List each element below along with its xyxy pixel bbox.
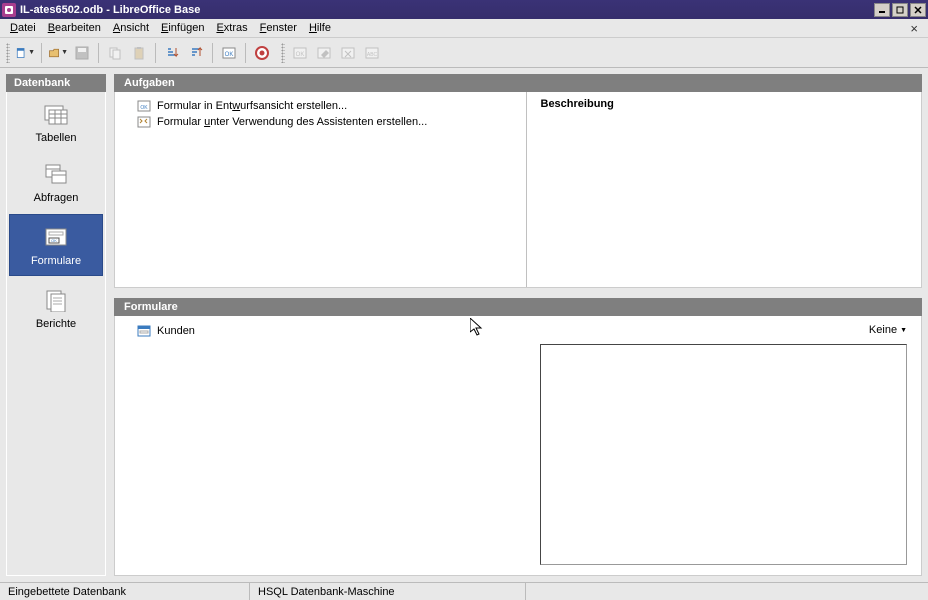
content-area: Aufgaben OK Formular in Entwurfsansicht … [114,74,922,576]
app-icon [2,3,16,17]
svg-text:ABC: ABC [367,52,378,58]
tables-icon [42,102,70,126]
paste-button[interactable] [128,42,150,64]
form-wizard-icon [137,115,151,129]
close-button[interactable] [910,3,926,17]
forms-list-header: Formulare [114,298,922,316]
sidebar-item-label: Berichte [36,318,76,330]
status-bar: Eingebettete Datenbank HSQL Datenbank-Ma… [0,582,928,600]
toolbar: ▼ ▼ OK OK ABC [0,38,928,68]
status-embedded-db: Eingebettete Datenbank [0,583,250,600]
toolbar-grip[interactable] [6,43,10,63]
chevron-down-icon: ▼ [900,327,907,334]
title-bar: IL-ates6502.odb - LibreOffice Base [0,0,928,19]
preview-box [540,344,907,565]
sidebar-item-label: Tabellen [36,132,77,144]
list-item[interactable]: Kunden [137,324,504,338]
menu-file[interactable]: Datei [4,20,42,36]
tasks-header: Aufgaben [114,74,922,92]
sidebar-item-queries[interactable]: Abfragen [7,152,105,212]
app-name: LibreOffice Base [113,4,200,16]
separator [212,43,213,63]
reports-icon [42,288,70,312]
form-button[interactable]: OK [218,42,240,64]
tasks-panel: Aufgaben OK Formular in Entwurfsansicht … [114,74,922,290]
sidebar-item-label: Abfragen [34,192,79,204]
form-new-button[interactable]: OK [289,42,311,64]
window-buttons [874,3,926,17]
queries-icon [42,162,70,186]
sidebar-item-reports[interactable]: Berichte [7,278,105,338]
svg-text:OK: OK [140,105,148,111]
task-create-design-view[interactable]: OK Formular in Entwurfsansicht erstellen… [137,98,504,114]
toolbar-grip[interactable] [281,43,285,63]
separator [245,43,246,63]
sidebar-header: Datenbank [6,74,106,92]
tasks-body: OK Formular in Entwurfsansicht erstellen… [114,92,922,288]
status-db-engine: HSQL Datenbank-Maschine [250,583,526,600]
window-title: IL-ates6502.odb - LibreOffice Base [20,4,874,16]
form-name: Kunden [157,325,195,337]
copy-button[interactable] [104,42,126,64]
svg-text:OK: OK [296,52,305,58]
form-icon [137,324,151,338]
main-area: Datenbank Tabellen Abfragen OK Formulare… [0,68,928,582]
sidebar: Datenbank Tabellen Abfragen OK Formulare… [6,74,106,576]
sort-asc-button[interactable] [161,42,183,64]
sidebar-item-forms[interactable]: OK Formulare [9,214,103,276]
maximize-button[interactable] [892,3,908,17]
svg-text:OK: OK [51,238,57,243]
minimize-button[interactable] [874,3,890,17]
forms-list-panel: Formulare Kunden Keine ▼ [114,298,922,576]
menu-insert[interactable]: Einfügen [155,20,210,36]
help-button[interactable] [251,42,273,64]
forms-icon: OK [42,225,70,249]
menu-bar: Datei Bearbeiten Ansicht Einfügen Extras… [0,19,928,38]
open-button[interactable]: ▼ [47,42,69,64]
description-pane: Beschreibung [527,92,922,287]
separator [41,43,42,63]
form-edit-button[interactable] [313,42,335,64]
sidebar-item-tables[interactable]: Tabellen [7,92,105,152]
sort-desc-button[interactable] [185,42,207,64]
description-label: Beschreibung [541,98,908,110]
save-button[interactable] [71,42,93,64]
preview-mode-dropdown[interactable]: Keine ▼ [869,324,907,344]
form-delete-button[interactable] [337,42,359,64]
sidebar-items: Tabellen Abfragen OK Formulare Berichte [6,92,106,576]
tasks-list: OK Formular in Entwurfsansicht erstellen… [115,92,527,287]
separator [155,43,156,63]
form-rename-button[interactable]: ABC [361,42,383,64]
preview-pane: Keine ▼ [526,316,921,575]
menu-edit[interactable]: Bearbeiten [42,20,107,36]
form-design-icon: OK [137,99,151,113]
forms-list: Kunden [115,316,526,575]
menu-window[interactable]: Fenster [254,20,303,36]
separator [98,43,99,63]
status-empty [526,583,928,600]
sidebar-item-label: Formulare [31,255,81,267]
menu-help[interactable]: Hilfe [303,20,337,36]
forms-list-body: Kunden Keine ▼ [114,316,922,576]
task-create-wizard[interactable]: Formular unter Verwendung des Assistente… [137,114,504,130]
new-button[interactable]: ▼ [14,42,36,64]
close-document-icon[interactable]: × [904,21,924,36]
menu-view[interactable]: Ansicht [107,20,155,36]
filename: IL-ates6502.odb [20,4,103,16]
menu-tools[interactable]: Extras [210,20,253,36]
svg-text:OK: OK [225,52,234,58]
